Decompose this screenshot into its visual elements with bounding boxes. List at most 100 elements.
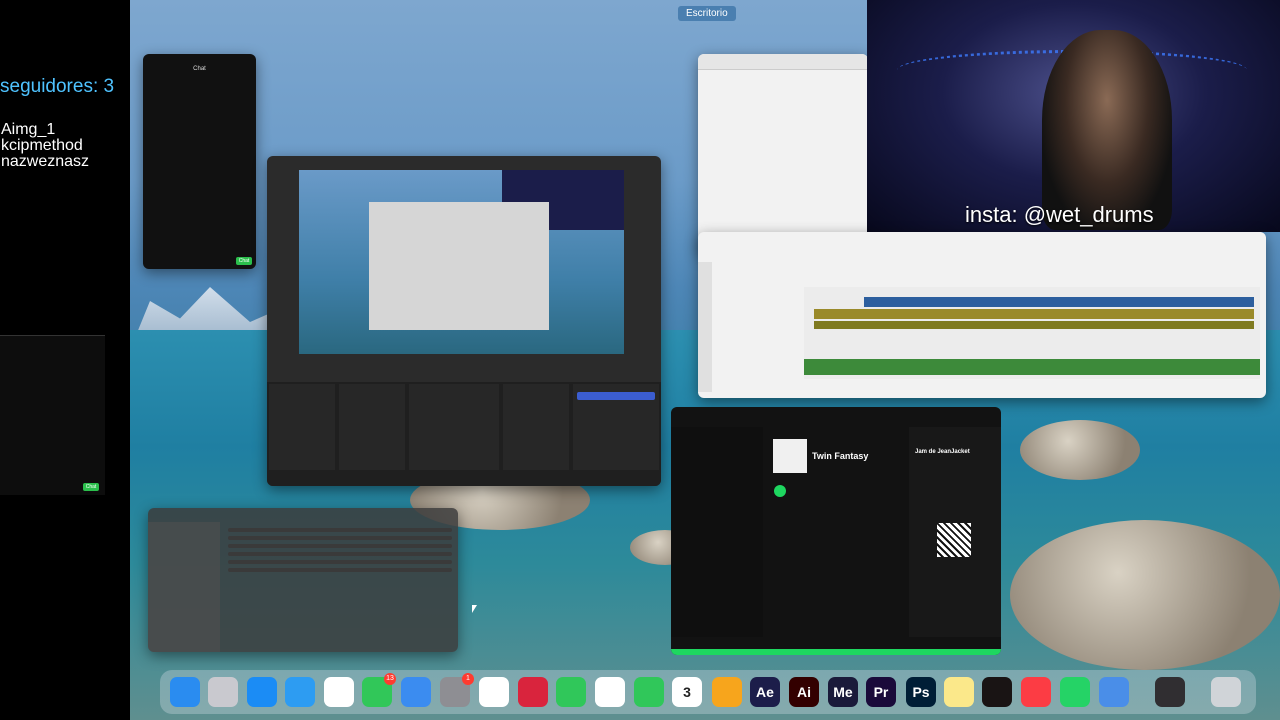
webcam-caption: insta: @wet_drums [965,202,1154,227]
launchpad-icon[interactable] [208,677,238,707]
video-track-clip [814,321,1254,329]
chat-line [148,108,251,112]
simulator-icon[interactable] [1099,677,1129,707]
mail-icon[interactable] [401,677,431,707]
premiere-pro-icon[interactable]: Pr [866,677,896,707]
trash-icon[interactable] [1211,677,1241,707]
chat-line [148,90,251,94]
play-button[interactable] [774,485,786,497]
chat-line [5,360,100,364]
browser-toolbar [698,54,868,70]
chat-line [148,84,251,88]
obs-audio-mixer[interactable] [409,384,499,470]
music-icon[interactable] [1021,677,1051,707]
follower-name: nazweznasz [1,153,90,170]
recent-followers-list: Aimg_1 kcipmethod nazweznasz [1,122,89,170]
file-row[interactable] [228,528,452,532]
desktop-space-label[interactable]: Escritorio [678,6,736,21]
messages-icon[interactable]: 13 [362,673,396,707]
system-settings-icon[interactable]: 1 [440,673,474,707]
file-row[interactable] [228,544,452,548]
app-store-icon[interactable] [247,677,277,707]
obs-icon[interactable] [1155,677,1185,707]
follower-name: Aimg_1 [1,121,56,138]
mouse-cursor [472,605,477,613]
phone-icon[interactable] [634,677,664,707]
facetime-icon[interactable] [556,677,586,707]
chat-title: Chat [193,66,206,72]
chat-send-button[interactable]: Chat [236,257,252,265]
chat-line [148,78,251,82]
chat-window[interactable]: Chat Chat [143,54,256,269]
spotify-window[interactable]: Twin Fantasy Jam de JeanJacket [671,407,1001,655]
safari-icon[interactable] [285,677,315,707]
follower-name: kcipmethod [1,137,83,154]
file-row[interactable] [228,536,452,540]
file-row[interactable] [228,552,452,556]
after-effects-icon[interactable]: Ae [750,677,780,707]
video-editor-window[interactable] [698,232,1266,398]
streamer [1042,30,1172,230]
chat-line [148,132,251,136]
audio-track-clip [804,359,1260,375]
wallpaper-rock [1010,520,1280,670]
media-encoder-icon-label: Me [833,684,853,700]
followers-count: seguidores: 3 [0,76,115,97]
chat-line [5,366,100,370]
spotify-album-art [773,439,807,473]
obs-window[interactable] [267,156,661,486]
photoshop-icon[interactable]: Ps [906,677,936,707]
spotify-icon[interactable] [982,677,1012,707]
chat-line [5,378,100,382]
premiere-pro-icon-label: Pr [873,684,889,700]
photo-booth-icon[interactable] [518,677,548,707]
notification-badge: 1 [462,673,474,685]
calendar-icon[interactable]: 3 [672,677,702,707]
file-row[interactable] [228,560,452,564]
obs-sources-panel[interactable] [339,384,405,470]
finder-icon[interactable] [170,677,200,707]
chat-send-button[interactable]: Chat [83,483,99,491]
notification-badge: 13 [384,673,396,685]
chat-line [148,102,251,106]
chat-line [5,354,100,358]
video-track-clip [864,297,1254,307]
obs-scenes-panel[interactable] [269,384,335,470]
finder-window[interactable] [148,508,458,652]
illustrator-icon[interactable]: Ai [789,677,819,707]
obs-transitions[interactable] [503,384,569,470]
album-title: Twin Fantasy [812,451,869,461]
timeline[interactable] [804,287,1260,379]
chat-line [148,138,251,142]
obs-controls[interactable] [573,384,659,470]
chat-line [148,126,251,130]
browser-window[interactable] [698,54,868,254]
obs-docks [267,382,661,486]
chat-line [148,120,251,124]
chat-line [148,96,251,100]
chat-line [5,342,100,346]
pages-icon[interactable] [712,677,742,707]
stream-overlay-panel: seguidores: 3 Aimg_1 kcipmethod nazwezna… [0,0,130,720]
video-track-clip [814,309,1254,319]
photos-icon[interactable] [479,677,509,707]
finder-sidebar [148,522,220,652]
file-row[interactable] [228,568,452,572]
illustrator-icon-label: Ai [797,684,811,700]
spotify-library[interactable] [671,427,763,637]
chat-line [5,372,100,376]
calendar-icon-label: 3 [683,684,691,700]
chat-line [5,348,100,352]
start-streaming-button[interactable] [577,392,655,400]
spotify-progress-bar[interactable] [671,649,1001,655]
jam-title: Jam de JeanJacket [915,449,970,455]
media-encoder-icon[interactable]: Me [828,677,858,707]
freeform-icon[interactable] [595,677,625,707]
after-effects-icon-label: Ae [756,684,774,700]
webcam-feed: insta: @wet_drums [867,0,1280,232]
chrome-icon[interactable] [324,677,354,707]
obs-preview [299,170,624,354]
whatsapp-icon[interactable] [1060,677,1090,707]
notes-icon[interactable] [944,677,974,707]
editor-tools [698,262,712,392]
